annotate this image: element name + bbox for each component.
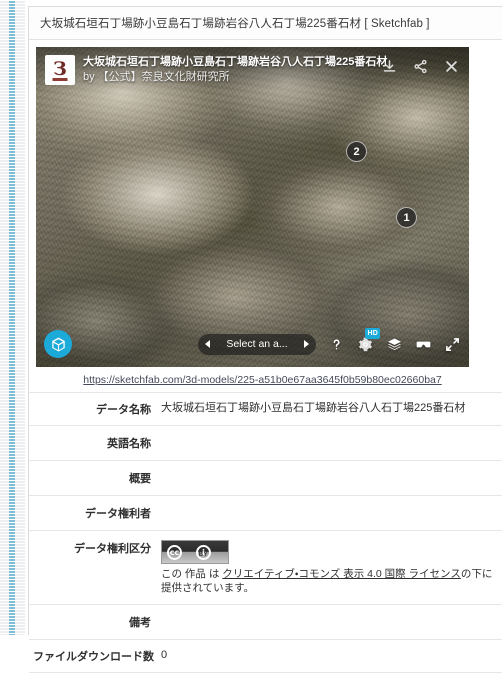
help-icon[interactable]: [329, 337, 344, 352]
viewer-header: З 大坂城石垣石丁場跡小豆島石丁場跡岩谷八人石丁場225番石材 by 【公式】奈…: [36, 47, 469, 91]
row-value-remarks: [159, 605, 502, 640]
row-value-summary: [159, 461, 502, 496]
viewer-title-block: 大坂城石垣石丁場跡小豆島石丁場跡岩谷八人石丁場225番石材 by 【公式】奈良文…: [83, 55, 387, 85]
row-value-rights-type: cc i BY この 作品 は クリエイティブ・コモンズ 表示 4.0 国際 ラ…: [159, 531, 502, 605]
row-label-english-name: 英語名称: [107, 438, 151, 450]
settings-gear-icon[interactable]: HD: [358, 327, 380, 352]
annotation-marker-1[interactable]: 1: [396, 207, 417, 228]
viewer-author-line[interactable]: by 【公式】奈良文化財研究所: [83, 69, 382, 85]
table-row: データ権利者: [29, 495, 502, 531]
row-value-english-name: [159, 426, 502, 461]
row-label-data-name: データ名称: [96, 404, 151, 416]
viewer-model-title[interactable]: 大坂城石垣石丁場跡小豆島石丁場跡岩谷八人石丁場225番石材: [83, 55, 387, 69]
annotation-selector[interactable]: Select an a...: [198, 333, 316, 355]
viewer-tool-buttons: HD: [329, 327, 460, 352]
sketchfab-logo-icon[interactable]: [44, 330, 72, 358]
annotation-next-icon[interactable]: [304, 340, 309, 348]
annotation-prev-icon[interactable]: [205, 340, 210, 348]
fullscreen-icon[interactable]: [445, 337, 460, 352]
table-row: 概要: [29, 460, 502, 496]
viewer-toolbar: Select an a... HD: [36, 321, 469, 367]
close-icon[interactable]: [444, 59, 459, 74]
vr-goggles-icon[interactable]: [416, 337, 431, 352]
metadata-table: データ名称 大坂城石垣石丁場跡小豆島石丁場跡岩谷八人石丁場225番石材 英語名称…: [29, 392, 502, 673]
sketchfab-viewer[interactable]: З 大坂城石垣石丁場跡小豆島石丁場跡岩谷八人石丁場225番石材 by 【公式】奈…: [36, 47, 469, 367]
row-value-download-count: 0: [161, 649, 168, 661]
hd-badge: HD: [365, 327, 380, 339]
page-title: 大坂城石垣石丁場跡小豆島石丁場跡岩谷八人石丁場225番石材 [ Sketchfa…: [40, 18, 430, 30]
viewer-container: З 大坂城石垣石丁場跡小豆島石丁場跡岩谷八人石丁場225番石材 by 【公式】奈…: [29, 40, 502, 367]
card-header: 大坂城石垣石丁場跡小豆島石丁場跡岩谷八人石丁場225番石材 [ Sketchfa…: [29, 7, 502, 40]
table-row: データ権利区分 cc i BY この 作品 は クリエイティブ・コモンズ 表示 …: [29, 530, 502, 605]
download-icon[interactable]: [382, 59, 397, 74]
gutter-blue-band: [9, 0, 15, 635]
share-icon[interactable]: [413, 59, 428, 74]
viewer-header-actions: [382, 59, 459, 74]
avatar-glyph: З: [53, 57, 67, 80]
row-value-rights-holder: [159, 496, 502, 531]
row-label-download-count: ファイルダウンロード数: [33, 651, 154, 663]
license-link[interactable]: クリエイティブ・コモンズ 表示 4.0 国際 ライセンス: [222, 568, 461, 580]
cc-by-text: BY: [198, 552, 208, 558]
avatar-base-shape: [52, 78, 68, 81]
author-avatar[interactable]: З: [45, 55, 75, 85]
license-prefix: この 作品 は: [161, 568, 223, 580]
row-label-rights-type: データ権利区分: [74, 543, 151, 555]
table-row: 英語名称: [29, 425, 502, 461]
row-label-rights-holder: データ権利者: [85, 508, 151, 520]
cc-by-license-badge[interactable]: cc i BY: [161, 540, 229, 564]
content-card: 大坂城石垣石丁場跡小豆島石丁場跡岩谷八人石丁場225番石材 [ Sketchfa…: [28, 6, 502, 673]
model-link-row: https://sketchfab.com/3d-models/225-a51b…: [29, 367, 502, 392]
cc-icon: cc: [167, 544, 182, 560]
annotation-selector-label: Select an a...: [226, 338, 288, 350]
table-row: ファイルダウンロード数 0: [29, 639, 502, 673]
page-left-gutter: [0, 0, 25, 635]
annotation-marker-2[interactable]: 2: [346, 141, 367, 162]
table-row: データ名称 大坂城石垣石丁場跡小豆島石丁場跡岩谷八人石丁場225番石材: [29, 392, 502, 426]
model-source-link[interactable]: https://sketchfab.com/3d-models/225-a51b…: [83, 374, 441, 386]
row-value-data-name: 大坂城石垣石丁場跡小豆島石丁場跡岩谷八人石丁場225番石材: [161, 402, 466, 414]
layers-icon[interactable]: [387, 337, 402, 352]
license-statement: この 作品 は クリエイティブ・コモンズ 表示 4.0 国際 ライセンスの下に提…: [161, 567, 496, 595]
row-label-remarks: 備考: [129, 617, 151, 629]
row-label-summary: 概要: [129, 473, 151, 485]
table-row: 備考: [29, 604, 502, 640]
